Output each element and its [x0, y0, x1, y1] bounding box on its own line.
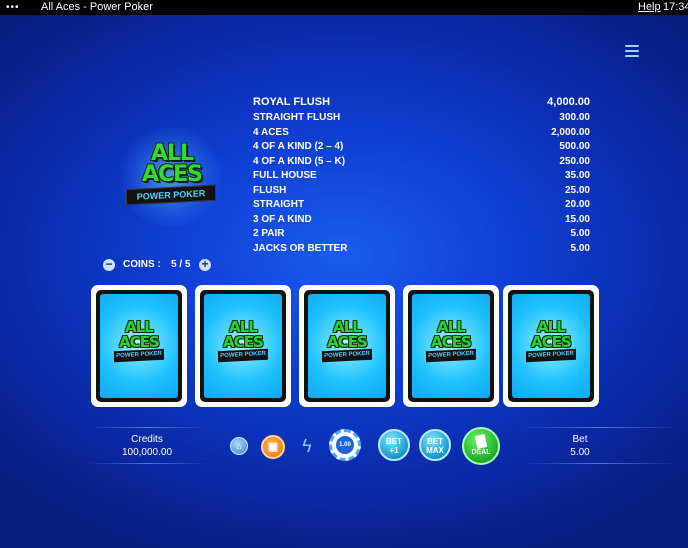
hand-name: ROYAL FLUSH: [253, 96, 331, 108]
logo-line2: ACES: [141, 162, 203, 187]
divider: [520, 427, 680, 428]
game-table: ALL ACES POWER POKER − COINS : 5 / 5 + R…: [0, 15, 688, 548]
card-logo-banner: POWER POKER: [526, 348, 576, 363]
card-logo-banner: POWER POKER: [114, 348, 164, 363]
hand-payout: 15.00: [564, 213, 590, 225]
coins-increase-button[interactable]: +: [199, 258, 211, 271]
coins-label: COINS :: [123, 259, 161, 270]
card-logo-line2: ACES: [119, 333, 160, 351]
bet-one-label: BET: [386, 437, 402, 446]
paytable-row: STRAIGHT 20.00: [253, 199, 593, 214]
hand-payout: 2,000.00: [551, 126, 590, 138]
card-logo-line2: ACES: [431, 333, 472, 351]
paytable-row: FULL HOUSE 35.00: [253, 170, 593, 185]
coins-selector: − COINS : 5 / 5 +: [101, 258, 213, 274]
hand-name: STRAIGHT FLUSH: [253, 112, 341, 123]
card-logo-line2: ACES: [223, 333, 264, 351]
bet-value: 5.00: [570, 447, 590, 458]
hand-name: 3 OF A KIND: [253, 213, 312, 225]
paytable-row: STRAIGHT FLUSH 300.00: [253, 112, 593, 127]
window-menu-dots[interactable]: •••: [6, 0, 20, 15]
bank-icon[interactable]: ⌂: [230, 437, 248, 455]
divider: [88, 463, 208, 464]
chip-value: 1.00: [336, 436, 354, 454]
hand-name: JACKS OR BETTER: [253, 242, 348, 254]
card-logo-banner: POWER POKER: [426, 348, 476, 363]
paytable-row: 4 OF A KIND (5 – K) 250.00: [253, 156, 593, 171]
deal-button[interactable]: DEAL: [462, 427, 500, 465]
hand-payout: 4,000.00: [547, 96, 590, 108]
hand-name: FLUSH: [253, 184, 287, 196]
lightning-icon[interactable]: ϟ: [300, 435, 314, 457]
bet-one-button[interactable]: BET +1: [378, 429, 410, 461]
paytable-row: 4 OF A KIND (2 – 4) 500.00: [253, 141, 593, 156]
card-icon: [474, 434, 488, 449]
credits-display: Credits 100,000.00: [92, 433, 202, 459]
help-link[interactable]: Help: [638, 0, 661, 15]
hand-payout: 35.00: [564, 170, 590, 181]
coins-decrease-button[interactable]: −: [103, 258, 115, 271]
window-title: All Aces - Power Poker: [41, 1, 153, 13]
hand-name: 2 PAIR: [253, 228, 285, 239]
card-3[interactable]: ALL ACES POWER POKER: [299, 285, 395, 407]
bet-max-label: BET: [427, 437, 443, 446]
hamburger-menu-icon[interactable]: [625, 45, 639, 59]
divider: [520, 463, 680, 464]
hand-name: STRAIGHT: [253, 199, 305, 210]
clock: 17:34: [663, 1, 688, 13]
hand-payout: 5.00: [570, 228, 590, 239]
paytable-row: JACKS OR BETTER 5.00: [253, 243, 593, 258]
hand-name: 4 OF A KIND (5 – K): [253, 155, 346, 167]
card-logo-banner: POWER POKER: [218, 348, 268, 363]
card-logo-line2: ACES: [327, 333, 368, 351]
divider: [88, 427, 208, 428]
hand-payout: 20.00: [564, 199, 590, 210]
hand-payout: 500.00: [559, 141, 590, 152]
hand-name: 4 ACES: [253, 126, 289, 138]
paytable-row: ROYAL FLUSH 4,000.00: [253, 96, 593, 112]
hand-name: 4 OF A KIND (2 – 4): [253, 141, 344, 152]
bet-max-button[interactable]: BET MAX: [419, 429, 451, 461]
credits-label: Credits: [131, 434, 163, 445]
hand-payout: 300.00: [559, 112, 590, 123]
card-1[interactable]: ALL ACES POWER POKER: [91, 285, 187, 407]
hand-payout: 250.00: [559, 155, 590, 167]
coin-value-chip[interactable]: 1.00: [329, 429, 361, 461]
hand-name: FULL HOUSE: [253, 170, 317, 181]
credits-value: 100,000.00: [121, 447, 173, 458]
deal-label: DEAL: [471, 449, 491, 456]
paytable-row: 4 ACES 2,000.00: [253, 127, 593, 142]
coins-value: 5 / 5: [171, 259, 191, 270]
bet-max-sub: MAX: [426, 446, 444, 455]
autoplay-icon[interactable]: ▣: [261, 435, 285, 459]
card-logo-banner: POWER POKER: [322, 348, 372, 363]
card-4[interactable]: ALL ACES POWER POKER: [403, 285, 499, 407]
bet-one-sub: +1: [389, 446, 399, 455]
paytable-row: 3 OF A KIND 15.00: [253, 214, 593, 229]
card-5[interactable]: ALL ACES POWER POKER: [503, 285, 599, 407]
game-logo: ALL ACES POWER POKER: [112, 123, 232, 231]
paytable: ROYAL FLUSH 4,000.00 STRAIGHT FLUSH 300.00…: [253, 96, 593, 257]
hand-payout: 25.00: [564, 184, 590, 196]
paytable-row: FLUSH 25.00: [253, 185, 593, 200]
bet-label: Bet: [572, 434, 588, 445]
paytable-row: 2 PAIR 5.00: [253, 228, 593, 243]
card-2[interactable]: ALL ACES POWER POKER: [195, 285, 291, 407]
bet-display: Bet 5.00: [540, 433, 620, 459]
window-titlebar: ••• All Aces - Power Poker Help 17:34: [0, 0, 688, 15]
card-logo-line2: ACES: [531, 333, 572, 351]
hand-payout: 5.00: [570, 242, 590, 254]
